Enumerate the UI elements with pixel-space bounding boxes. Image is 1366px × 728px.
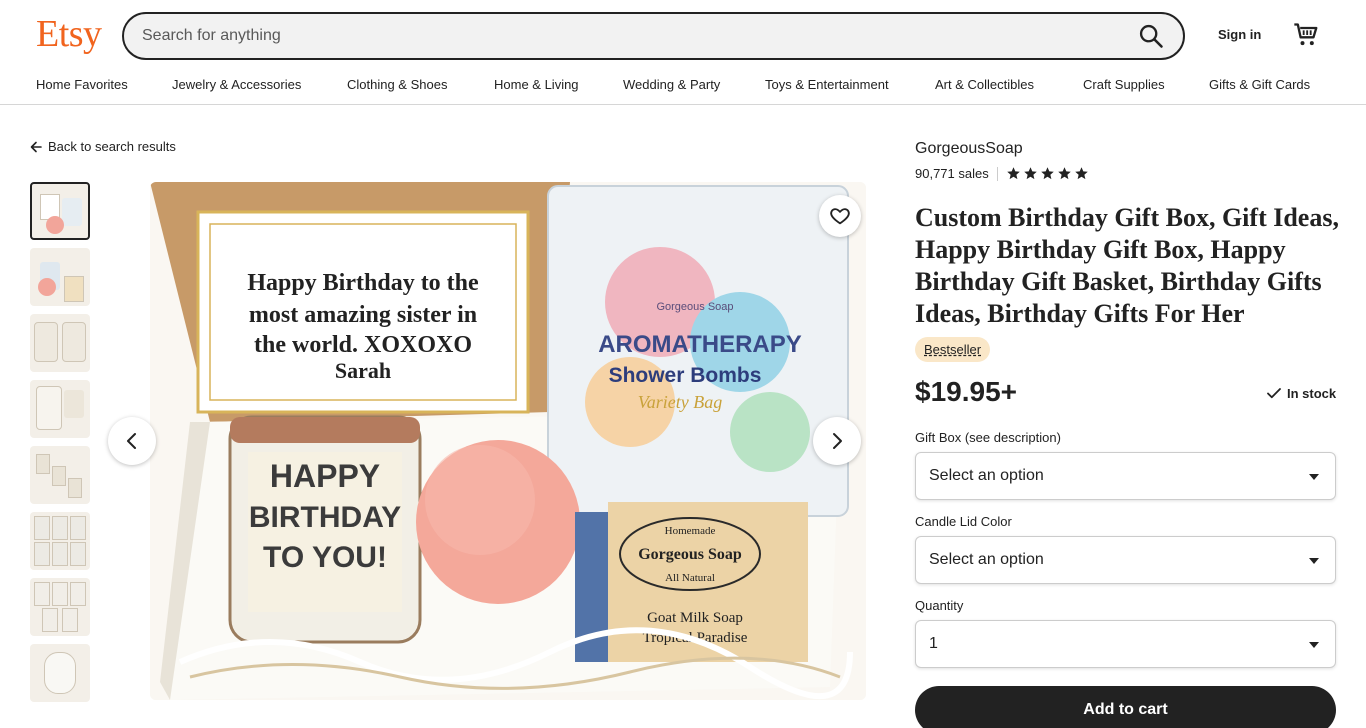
gallery-thumbnail[interactable] — [30, 446, 90, 504]
search-icon — [1139, 24, 1163, 48]
category-home-living[interactable]: Home & Living — [494, 77, 579, 92]
card-line-2: most amazing sister in — [249, 302, 477, 328]
cart-button[interactable] — [1292, 21, 1320, 49]
heart-icon — [830, 208, 850, 225]
candle-line-3: TO YOU! — [263, 541, 387, 574]
bag-line-2: AROMATHERAPY — [598, 331, 802, 358]
search-button[interactable] — [1137, 22, 1165, 50]
next-image-button[interactable] — [813, 417, 861, 465]
gallery-thumbnail[interactable] — [30, 248, 90, 306]
category-nav: Home Favorites Jewelry & Accessories Clo… — [0, 70, 1366, 105]
category-wedding-party[interactable]: Wedding & Party — [623, 77, 720, 92]
card-line-4: Sarah — [335, 358, 391, 383]
divider — [996, 166, 998, 181]
gift-box-select[interactable]: Select an option — [915, 452, 1336, 500]
back-to-search-link[interactable]: Back to search results — [30, 139, 176, 154]
arrow-left-icon — [30, 141, 42, 152]
category-clothing-shoes[interactable]: Clothing & Shoes — [347, 77, 447, 92]
candle-lid-color-value: Select an option — [929, 551, 1044, 568]
candle-lid-color-label: Candle Lid Color — [915, 514, 1012, 529]
star-icon — [1023, 167, 1037, 180]
category-art-collectibles[interactable]: Art & Collectibles — [935, 77, 1034, 92]
gift-box-label: Gift Box (see description) — [915, 430, 1061, 445]
category-home-favorites[interactable]: Home Favorites — [36, 77, 128, 92]
gift-box-illustration: Happy Birthday to the most amazing siste… — [150, 182, 866, 700]
chevron-right-icon — [833, 433, 842, 449]
site-header: Etsy Sign in — [0, 0, 1366, 70]
bag-line-1: Gorgeous Soap — [656, 301, 733, 313]
soap-line-2: Gorgeous Soap — [638, 546, 742, 563]
soap-line-3: All Natural — [665, 572, 715, 584]
shop-name-link[interactable]: GorgeousSoap — [915, 140, 1023, 158]
main-product-image: Happy Birthday to the most amazing siste… — [150, 182, 866, 700]
favorite-button[interactable] — [819, 195, 861, 237]
quantity-value: 1 — [929, 635, 938, 652]
candle-lid-color-select[interactable]: Select an option — [915, 536, 1336, 584]
card-line-3: the world. XOXOXO — [254, 332, 472, 358]
gallery-thumbnail[interactable] — [30, 578, 90, 636]
gallery-thumbnail[interactable] — [30, 644, 90, 702]
star-icon — [1074, 167, 1088, 180]
category-jewelry-accessories[interactable]: Jewelry & Accessories — [172, 77, 301, 92]
category-craft-supplies[interactable]: Craft Supplies — [1083, 77, 1165, 92]
stock-status: In stock — [1266, 385, 1336, 401]
star-icon — [1040, 167, 1054, 180]
caret-down-icon — [1309, 642, 1319, 648]
stock-label: In stock — [1287, 385, 1337, 401]
add-to-cart-button[interactable]: Add to cart — [915, 686, 1336, 728]
star-rating[interactable] — [1006, 166, 1089, 181]
category-toys-entertainment[interactable]: Toys & Entertainment — [765, 77, 889, 92]
search-input[interactable] — [142, 14, 1122, 58]
sign-in-link[interactable]: Sign in — [1218, 27, 1261, 42]
gift-box-value: Select an option — [929, 467, 1044, 484]
product-price: $19.95+ — [915, 376, 1017, 407]
gallery-thumbnail[interactable] — [30, 182, 90, 240]
sales-rating-row: 90,771 sales — [915, 166, 1089, 181]
card-line-1: Happy Birthday to the — [247, 270, 479, 296]
caret-down-icon — [1309, 558, 1319, 564]
gallery-thumbnail[interactable] — [30, 380, 90, 438]
soap-line-1: Homemade — [665, 525, 716, 537]
sales-count: 90,771 sales — [915, 166, 989, 181]
previous-image-button[interactable] — [108, 417, 156, 465]
bag-line-3: Shower Bombs — [609, 364, 762, 387]
quantity-select[interactable]: 1 — [915, 620, 1336, 668]
candle-line-2: BIRTHDAY — [249, 501, 401, 534]
star-icon — [1057, 167, 1071, 180]
product-title: Custom Birthday Gift Box, Gift Ideas, Ha… — [915, 203, 1339, 328]
cart-icon — [1294, 23, 1318, 46]
back-link-label: Back to search results — [48, 139, 176, 154]
search-bar — [122, 12, 1185, 60]
bestseller-badge[interactable]: Bestseller — [915, 337, 991, 362]
quantity-label: Quantity — [915, 598, 964, 613]
star-icon — [1006, 167, 1020, 180]
soap-line-4: Goat Milk Soap — [647, 610, 743, 626]
checkmark-icon — [1267, 388, 1281, 399]
gallery-thumbnail[interactable] — [30, 314, 90, 372]
category-gifts-gift-cards[interactable]: Gifts & Gift Cards — [1209, 77, 1310, 92]
bag-line-4: Variety Bag — [638, 392, 722, 412]
chevron-left-icon — [127, 433, 136, 449]
gallery-thumbnail[interactable] — [30, 512, 90, 570]
candle-line-1: HAPPY — [270, 458, 380, 494]
caret-down-icon — [1309, 474, 1319, 480]
etsy-logo[interactable]: Etsy — [36, 12, 102, 56]
